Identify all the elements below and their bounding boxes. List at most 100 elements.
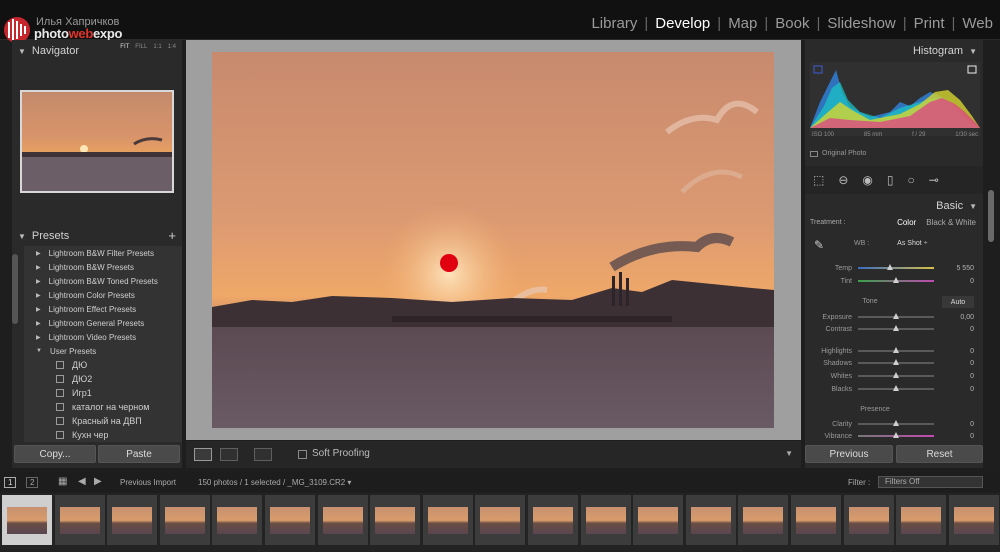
treatment-color[interactable]: Color [887,218,926,227]
treatment-bw[interactable]: Black & White [926,218,980,227]
filmstrip-thumbnail[interactable] [528,495,578,545]
contrast-value[interactable]: 0 [934,326,974,333]
exposure-value[interactable]: 0,00 [934,314,974,321]
preset-folder[interactable]: ▶ Lightroom B&W Toned Presets [24,274,182,288]
filter-dropdown[interactable]: Filters Off [878,476,983,488]
wb-select[interactable]: As Shot ÷ [897,240,927,247]
filmstrip-thumbnail[interactable] [580,495,631,545]
shadows-value[interactable]: 0 [934,360,974,367]
adjustment-brush-icon[interactable]: ⊸ [929,173,939,187]
blacks-slider-knob[interactable] [893,385,899,391]
whites-slider[interactable] [858,372,934,378]
before-after-yy-icon[interactable] [254,448,272,461]
temp-value[interactable]: 5 550 [934,265,974,272]
soft-proofing-checkbox[interactable] [298,450,307,459]
filmstrip-thumbnail[interactable] [317,495,368,545]
toolbar-menu-arrow-icon[interactable]: ▼ [785,449,793,458]
screen-1-button[interactable]: 1 [4,477,17,488]
left-panel-scrollbar[interactable] [12,254,18,324]
clarity-slider-knob[interactable] [893,420,899,426]
tint-value[interactable]: 0 [934,278,974,285]
exposure-slider[interactable] [858,313,934,319]
navigator-preview[interactable] [20,90,174,193]
back-arrow-icon[interactable]: ◀ [78,476,86,487]
filmstrip-thumbnail[interactable] [159,495,210,545]
main-photo[interactable] [212,52,774,428]
add-preset-icon[interactable]: + [168,228,176,243]
whites-value[interactable]: 0 [934,373,974,380]
zoom-1-1[interactable]: 1:1 [153,44,161,50]
preset-folder-user[interactable]: ▼ User Presets [24,344,182,358]
crop-icon[interactable]: ⬚ [813,173,824,187]
auto-tone-button[interactable]: Auto [942,296,974,308]
filmstrip-thumbnail[interactable] [212,495,263,545]
zoom-1-4[interactable]: 1:4 [168,44,176,50]
filmstrip-thumbnail[interactable] [54,495,105,545]
paste-button[interactable]: Paste [98,445,180,463]
user-preset[interactable]: Кухн чер [24,428,182,442]
blacks-value[interactable]: 0 [934,386,974,393]
filmstrip-thumbnail[interactable] [791,495,841,545]
basic-header[interactable]: Basic ▼ [805,197,983,215]
filmstrip-thumbnail[interactable] [738,495,789,545]
module-web[interactable]: Web [955,15,1000,32]
temp-slider[interactable] [858,264,934,270]
highlights-slider-knob[interactable] [893,347,899,353]
filmstrip-thumbnail[interactable] [265,495,315,545]
shadows-slider-knob[interactable] [893,359,899,365]
red-eye-icon[interactable]: ◉ [862,173,872,187]
filmstrip-thumbnail[interactable] [896,495,947,545]
module-book[interactable]: Book [768,15,816,32]
module-library[interactable]: Library [584,15,644,32]
zoom-fit[interactable]: FIT [120,44,129,50]
module-map[interactable]: Map [721,15,764,32]
contrast-slider-knob[interactable] [893,325,899,331]
filmstrip-thumbnail[interactable] [370,495,421,545]
photo-count[interactable]: 150 photos / 1 selected / _MG_3109.CR2 ▾ [198,478,351,487]
filmstrip-thumbnail[interactable] [107,495,158,545]
filmstrip-thumbnail[interactable] [633,495,684,545]
tint-slider-knob[interactable] [893,277,899,283]
forward-arrow-icon[interactable]: ▶ [94,476,102,487]
reset-button[interactable]: Reset [896,445,983,463]
before-after-lr-icon[interactable] [220,448,238,461]
screen-2-button[interactable]: 2 [26,477,39,488]
shadows-slider[interactable] [858,359,934,365]
right-panel-scrollbar[interactable] [988,190,994,242]
filmstrip-thumbnail[interactable] [843,495,894,545]
clarity-slider[interactable] [858,420,934,426]
spot-removal-icon[interactable]: ⊖ [838,173,848,187]
preset-folder[interactable]: ▶ Lightroom B&W Filter Presets [24,246,182,260]
filmstrip-thumbnail[interactable] [475,495,526,545]
highlights-slider[interactable] [858,347,934,353]
user-preset[interactable]: ДЮ [24,358,182,372]
filmstrip-thumbnail[interactable] [685,495,736,545]
preset-folder[interactable]: ▶ Lightroom B&W Presets [24,260,182,274]
user-preset[interactable]: Красный на ДВП [24,414,182,428]
tint-slider[interactable] [858,277,934,283]
grid-view-icon[interactable]: ▦ [58,476,67,487]
user-preset[interactable]: ДЮ2 [24,372,182,386]
histogram-header[interactable]: Histogram ▼ [805,42,983,60]
histogram-graph[interactable] [810,62,980,136]
module-slideshow[interactable]: Slideshow [820,15,902,32]
temp-slider-knob[interactable] [886,264,893,270]
loupe-view-icon[interactable] [194,448,212,461]
source-label[interactable]: Previous Import [120,478,176,487]
blacks-slider[interactable] [858,385,934,391]
preset-folder[interactable]: ▶ Lightroom General Presets [24,316,182,330]
user-preset[interactable]: каталог на черном [24,400,182,414]
clarity-value[interactable]: 0 [934,421,974,428]
user-preset[interactable]: Игр1 [24,386,182,400]
original-photo-toggle[interactable]: Original Photo [810,150,866,157]
preset-folder[interactable]: ▶ Lightroom Video Presets [24,330,182,344]
module-develop[interactable]: Develop [648,15,717,32]
zoom-fill[interactable]: FILL [135,44,147,50]
highlights-value[interactable]: 0 [934,348,974,355]
presets-header[interactable]: ▼ Presets [12,227,182,245]
vibrance-value[interactable]: 0 [934,433,974,440]
preset-folder[interactable]: ▶ Lightroom Color Presets [24,288,182,302]
vibrance-slider-knob[interactable] [893,432,899,438]
filmstrip-thumbnail[interactable] [948,495,999,545]
filmstrip-thumbnail[interactable] [422,495,473,545]
